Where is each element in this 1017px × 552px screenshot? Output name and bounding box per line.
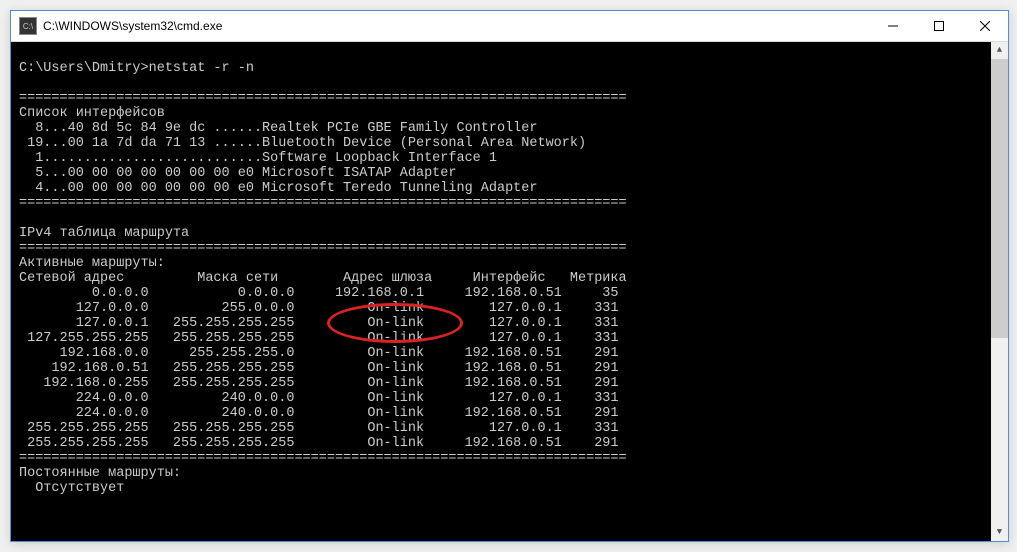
- interface-line: 19...00 1a 7d da 71 13 ......Bluetooth D…: [19, 136, 586, 151]
- route-row: 192.168.0.255 255.255.255.255 On-link 19…: [19, 376, 619, 391]
- minimize-button[interactable]: [870, 11, 916, 41]
- route-row: 192.168.0.51 255.255.255.255 On-link 192…: [19, 361, 619, 376]
- window-title: C:\WINDOWS\system32\cmd.exe: [43, 19, 870, 33]
- interface-line: 4...00 00 00 00 00 00 00 e0 Microsoft Te…: [19, 181, 537, 196]
- active-routes-header: Активные маршруты:: [19, 256, 165, 271]
- scrollbar-thumb[interactable]: [991, 59, 1008, 338]
- route-row: 0.0.0.0 0.0.0.0 192.168.0.1 192.168.0.51…: [19, 286, 619, 301]
- cmd-icon: C:\: [19, 17, 37, 35]
- separator: ========================================…: [19, 241, 627, 256]
- route-row: 127.0.0.0 255.0.0.0 On-link 127.0.0.1 33…: [19, 301, 619, 316]
- interface-line: 5...00 00 00 00 00 00 00 e0 Microsoft IS…: [19, 166, 456, 181]
- scrollbar-track[interactable]: [991, 59, 1008, 524]
- separator: ========================================…: [19, 451, 627, 466]
- route-row: 224.0.0.0 240.0.0.0 On-link 192.168.0.51…: [19, 406, 619, 421]
- route-row: 127.0.0.1 255.255.255.255 On-link 127.0.…: [19, 316, 619, 331]
- interfaces-header: Список интерфейсов: [19, 106, 165, 121]
- route-row: 127.255.255.255 255.255.255.255 On-link …: [19, 331, 619, 346]
- scroll-down-button[interactable]: ▼: [991, 524, 1008, 541]
- cmd-window: C:\ C:\WINDOWS\system32\cmd.exe C:\Users…: [10, 10, 1009, 542]
- minimize-icon: [888, 21, 898, 31]
- ipv4-title: IPv4 таблица маршрута: [19, 226, 189, 241]
- persistent-routes-none: Отсутствует: [19, 481, 124, 496]
- route-columns: Сетевой адрес Маска сети Адрес шлюза Инт…: [19, 271, 627, 286]
- vertical-scrollbar[interactable]: ▲ ▼: [991, 42, 1008, 541]
- persistent-routes-header: Постоянные маршруты:: [19, 466, 181, 481]
- prompt-line: C:\Users\Dmitry>netstat -r -n: [19, 61, 254, 76]
- interface-line: 8...40 8d 5c 84 9e dc ......Realtek PCIe…: [19, 121, 537, 136]
- maximize-icon: [934, 21, 944, 31]
- separator: ========================================…: [19, 196, 627, 211]
- console-area[interactable]: C:\Users\Dmitry>netstat -r -n ==========…: [11, 42, 1008, 541]
- interface-line: 1...........................Software Loo…: [19, 151, 497, 166]
- close-icon: [980, 21, 990, 31]
- separator: ========================================…: [19, 91, 627, 106]
- maximize-button[interactable]: [916, 11, 962, 41]
- window-controls: [870, 11, 1008, 41]
- scroll-up-button[interactable]: ▲: [991, 42, 1008, 59]
- route-row: 255.255.255.255 255.255.255.255 On-link …: [19, 436, 619, 451]
- titlebar[interactable]: C:\ C:\WINDOWS\system32\cmd.exe: [11, 11, 1008, 42]
- route-row: 192.168.0.0 255.255.255.0 On-link 192.16…: [19, 346, 619, 361]
- route-row: 255.255.255.255 255.255.255.255 On-link …: [19, 421, 619, 436]
- route-row: 224.0.0.0 240.0.0.0 On-link 127.0.0.1 33…: [19, 391, 619, 406]
- close-button[interactable]: [962, 11, 1008, 41]
